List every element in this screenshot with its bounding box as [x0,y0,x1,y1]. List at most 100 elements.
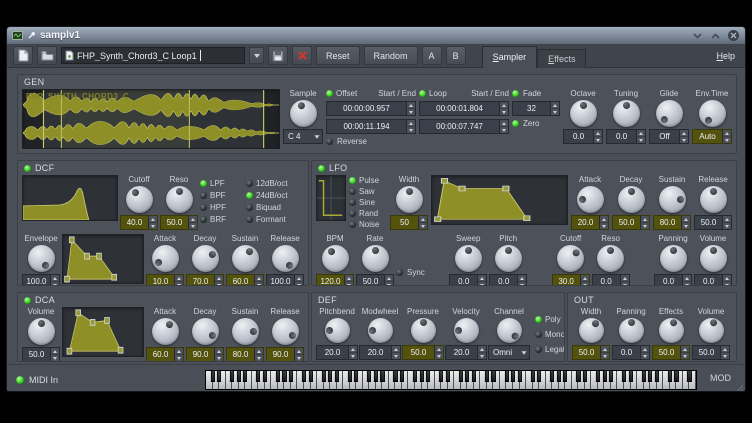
piano-black-key[interactable] [413,371,417,382]
dcf-sustain-spinbox[interactable]: 60.0 [226,274,264,286]
envtime-spinbox[interactable]: Auto [692,129,732,144]
dcf-filter-display[interactable] [22,175,118,221]
lfo-decay-spinbox[interactable]: 50.0 [612,215,650,230]
sample-waveform-display[interactable]: FHP_SYNTH_CHORD3_C [22,89,280,149]
spin-buttons[interactable] [680,346,689,359]
spin-buttons[interactable] [434,346,443,359]
resize-grip[interactable] [733,382,743,392]
spin-buttons[interactable] [722,216,731,229]
lfo-release-spinbox[interactable]: 50.0 [694,215,732,230]
piano-black-key[interactable] [504,371,508,382]
spin-buttons[interactable] [294,275,303,286]
spin-buttons[interactable] [679,130,688,143]
spin-buttons[interactable] [580,275,589,286]
spin-buttons[interactable] [214,348,223,361]
spin-buttons[interactable] [600,346,609,359]
glide-knob[interactable] [656,100,683,127]
preset-dropdown-button[interactable] [249,47,264,64]
lfo-volume-knob[interactable] [700,245,727,272]
delete-preset-button[interactable] [292,46,312,65]
spin-buttons[interactable] [294,348,303,361]
new-preset-button[interactable] [13,46,33,65]
lfo-sustain-spinbox[interactable]: 80.0 [653,215,691,230]
glide-spinbox[interactable]: Off [649,129,689,144]
lfo-reso-spinbox[interactable]: 0.0 [592,274,630,286]
out-effects-knob[interactable] [659,318,684,343]
lfo-panning-spinbox[interactable]: 0.0 [654,274,692,286]
def-velocity-knob[interactable] [454,318,479,343]
radio-legato[interactable]: Legato [535,345,565,354]
spin-buttons[interactable] [174,275,183,286]
out-volume-knob[interactable] [699,318,724,343]
def-pitchbend-spinbox[interactable]: 20.0 [316,345,358,360]
lfo-sweep-knob[interactable] [455,245,482,272]
out-effects-spinbox[interactable]: 50.0 [652,345,690,360]
sample-note-combo[interactable]: C 4 [283,129,323,144]
out-width-knob[interactable] [579,318,604,343]
tab-effects[interactable]: Effects [537,49,586,68]
tuning-knob[interactable] [613,100,640,127]
piano-black-key[interactable] [642,371,646,382]
close-button[interactable] [727,29,740,42]
piano-black-key[interactable] [210,371,214,382]
lfo-bpm-knob[interactable] [322,245,349,272]
dca-led[interactable] [24,297,31,304]
radio-sine[interactable]: Sine [349,198,387,207]
dca-attack-knob[interactable] [152,318,179,345]
dca-sustain-knob[interactable] [232,318,259,345]
compare-a-button[interactable]: A [422,46,442,65]
lfo-decay-knob[interactable] [618,186,645,213]
def-pressure-spinbox[interactable]: 50.0 [402,345,444,360]
dca-sustain-spinbox[interactable]: 80.0 [226,347,264,362]
fade-spinbox[interactable]: 32 [512,101,560,116]
spin-buttons[interactable] [148,216,157,229]
spin-buttons[interactable] [682,275,691,286]
piano-black-key[interactable] [465,371,469,382]
piano-black-key[interactable] [263,371,267,382]
out-volume-spinbox[interactable]: 50.0 [692,345,730,360]
lfo-cutoff-knob[interactable] [557,245,584,272]
shade-button[interactable] [691,29,704,42]
piano-black-key[interactable] [367,371,371,382]
dcf-decay-knob[interactable] [192,245,219,272]
lfo-attack-spinbox[interactable]: 20.0 [571,215,609,230]
def-channel-knob[interactable] [497,318,522,343]
spin-buttons[interactable] [517,275,526,286]
dcf-decay-spinbox[interactable]: 70.0 [186,274,224,286]
spin-buttons[interactable] [593,130,602,143]
title-bar[interactable]: samplv1 [7,27,745,44]
piano-black-key[interactable] [276,371,280,382]
dcf-cutoff-knob[interactable] [126,186,153,213]
piano-black-key[interactable] [256,371,260,382]
spin-buttons[interactable] [406,120,415,133]
spin-buttons[interactable] [620,275,629,286]
dcf-reso-spinbox[interactable]: 50.0 [160,215,198,230]
piano-black-key[interactable] [237,371,241,382]
radio-biquad[interactable]: Biquad [246,203,288,212]
piano-black-key[interactable] [511,371,515,382]
radio-formant[interactable]: Formant [246,215,288,224]
piano-black-key[interactable] [393,371,397,382]
lfo-pitch-spinbox[interactable]: 0.0 [489,274,527,286]
loop-end-spinbox[interactable]: 00:00:07.747 [419,119,509,134]
reset-button[interactable]: Reset [316,46,360,65]
piano-black-key[interactable] [648,371,652,382]
lfo-pitch-knob[interactable] [495,245,522,272]
spin-buttons[interactable] [50,275,59,286]
radio-24db[interactable]: 24dB/oct [246,191,288,200]
dcf-envelope-knob[interactable] [28,245,55,272]
piano-black-key[interactable] [602,371,606,382]
tab-sampler[interactable]: Sampler [482,46,538,68]
piano-black-key[interactable] [439,371,443,382]
dcf-attack-spinbox[interactable]: 10.0 [146,274,184,286]
spin-buttons[interactable] [391,346,400,359]
piano-black-key[interactable] [622,371,626,382]
spin-buttons[interactable] [640,346,649,359]
spin-buttons[interactable] [406,102,415,115]
spin-buttons[interactable] [188,216,197,229]
radio-rand[interactable]: Rand [349,209,387,218]
spin-buttons[interactable] [344,275,353,286]
offset-led[interactable] [326,90,333,97]
piano-black-key[interactable] [629,371,633,382]
spin-buttons[interactable] [348,346,357,359]
